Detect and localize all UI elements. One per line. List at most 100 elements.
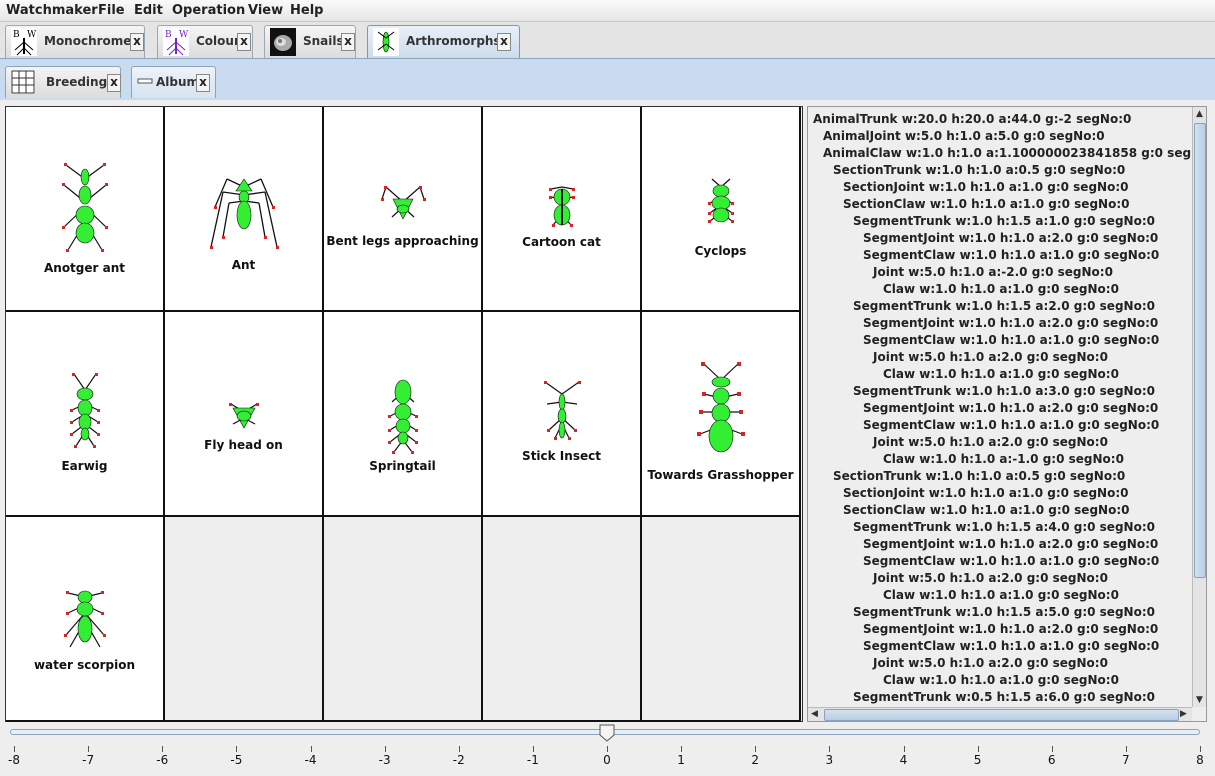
slider-tick [1051, 746, 1053, 752]
album-label: water scorpion [33, 658, 136, 672]
slider-tick-label: -4 [304, 753, 317, 767]
album-cell-empty [483, 517, 642, 722]
arthromorph-icon [373, 28, 399, 56]
genome-line: SegmentTrunk w:0.5 h:1.5 a:6.0 g:0 segNo… [853, 690, 1155, 704]
tab-breeding-label: Breeding [46, 75, 108, 89]
scroll-right-icon[interactable]: ▶ [1180, 709, 1187, 719]
genome-line: SegmentClaw w:1.0 h:1.0 a:1.0 g:0 segNo:… [863, 333, 1160, 347]
slider-tick [1125, 746, 1127, 752]
menu-watchmaker[interactable]: Watchmaker [6, 3, 98, 18]
slider-tick [14, 746, 15, 752]
menu-view[interactable]: View [248, 3, 283, 18]
genome-line: SegmentJoint w:1.0 h:1.0 a:2.0 g:0 segNo… [863, 401, 1159, 415]
arthromorph-icon [64, 590, 106, 648]
genome-line: Joint w:5.0 h:1.0 a:2.0 g:0 segNo:0 [873, 656, 1108, 670]
close-tab-arthromorphs-button[interactable]: x [497, 33, 511, 51]
genome-line: AnimalTrunk w:20.0 h:20.0 a:44.0 g:-2 se… [813, 112, 1132, 126]
tab-arthromorphs-label: Arthromorphs [406, 34, 501, 48]
vertical-scroll-thumb[interactable] [1194, 123, 1206, 578]
slider-tick [458, 746, 460, 752]
slider-tick [755, 746, 757, 752]
genome-line: SegmentJoint w:1.0 h:1.0 a:2.0 g:0 segNo… [863, 316, 1159, 330]
slider-tick-label: -3 [378, 753, 391, 767]
tab-arthromorphs[interactable]: Arthromorphs x [367, 25, 520, 58]
album-cell-ant[interactable]: Ant [165, 107, 324, 312]
svg-text:W: W [27, 30, 37, 40]
close-tab-breeding-button[interactable]: x [107, 74, 121, 92]
album-cell-anotger-ant[interactable]: Anotger ant [6, 107, 165, 312]
slider-tick [162, 746, 164, 752]
album-cell-empty [324, 517, 483, 722]
album-label: Cyclops [694, 244, 747, 258]
genome-line: SegmentJoint w:1.0 h:1.0 a:2.0 g:0 segNo… [863, 537, 1159, 551]
slider-tick-label: 8 [1196, 753, 1204, 767]
slider-tick [681, 746, 683, 752]
genome-line: Joint w:5.0 h:1.0 a:2.0 g:0 segNo:0 [873, 350, 1108, 364]
breeding-grid-icon [11, 70, 35, 94]
menu-help[interactable]: Help [290, 3, 323, 18]
menu-operation[interactable]: Operation [172, 3, 245, 18]
genome-line: Joint w:5.0 h:1.0 a:2.0 g:0 segNo:0 [873, 571, 1108, 585]
menu-bar: Watchmaker File Edit Operation View Help [0, 0, 1215, 22]
slider-tick-label: -5 [230, 753, 243, 767]
genome-line: SegmentTrunk w:1.0 h:1.5 a:5.0 g:0 segNo… [853, 605, 1155, 619]
colour-biomorph-icon: BW [163, 28, 189, 56]
genome-line: Claw w:1.0 h:1.0 a:1.0 g:0 segNo:0 [883, 588, 1119, 602]
arthromorph-icon [544, 381, 581, 440]
tab-colour[interactable]: BW Colour x [157, 25, 253, 58]
menu-edit[interactable]: Edit [134, 3, 163, 18]
tab-breeding[interactable]: Breeding x [5, 66, 121, 98]
bw-biomorph-icon: BW [11, 28, 37, 56]
close-tab-monochrome-button[interactable]: x [130, 33, 144, 51]
tab-album-label: Album [156, 75, 200, 89]
album-cell-cartoon-cat[interactable]: Cartoon cat [483, 107, 642, 312]
album-cell-fly-head-on[interactable]: Fly head on [165, 312, 324, 517]
scroll-down-icon[interactable]: ▼ [1196, 695, 1203, 705]
arthromorph-icon [70, 373, 100, 448]
zoom-slider-thumb[interactable] [599, 724, 615, 742]
genome-text-panel[interactable]: AnimalTrunk w:20.0 h:20.0 a:44.0 g:-2 se… [807, 106, 1207, 722]
close-tab-colour-button[interactable]: x [237, 33, 251, 51]
svg-text:B: B [165, 30, 172, 40]
menu-file[interactable]: File [98, 3, 125, 18]
close-tab-snails-button[interactable]: x [341, 33, 355, 51]
album-label: Earwig [61, 459, 108, 473]
arthromorph-icon [549, 186, 575, 227]
vertical-scrollbar[interactable]: ▲ ▼ [1192, 107, 1206, 707]
genome-line: SectionClaw w:1.0 h:1.0 a:1.0 g:0 segNo:… [843, 503, 1130, 517]
tab-album[interactable]: Album x [131, 66, 216, 98]
horizontal-scrollbar[interactable]: ◀ ▶ [808, 707, 1192, 721]
slider-tick [1200, 746, 1201, 752]
album-cell-stick-insect[interactable]: Stick Insect [483, 312, 642, 517]
album-cell-bent-legs-approaching[interactable]: Bent legs approaching [324, 107, 483, 312]
close-tab-album-button[interactable]: x [196, 74, 210, 92]
slider-tick [310, 746, 312, 752]
genome-line: SegmentTrunk w:1.0 h:1.0 a:3.0 g:0 segNo… [853, 384, 1155, 398]
scroll-left-icon[interactable]: ◀ [811, 709, 818, 719]
tab-monochrome[interactable]: BW Monochrome x [5, 25, 145, 58]
svg-text:B: B [13, 30, 20, 40]
slider-tick-label: -7 [82, 753, 95, 767]
genome-line: SegmentClaw w:1.0 h:1.0 a:1.0 g:0 segNo:… [863, 639, 1160, 653]
genome-line: Joint w:5.0 h:1.0 a:2.0 g:0 segNo:0 [873, 435, 1108, 449]
album-label: Cartoon cat [522, 235, 601, 249]
tab-snails[interactable]: Snails x [264, 25, 356, 58]
genome-line: SegmentJoint w:1.0 h:1.0 a:2.0 g:0 segNo… [863, 622, 1159, 636]
slider-tick-label: -6 [156, 753, 169, 767]
album-cell-springtail[interactable]: Springtail [324, 312, 483, 517]
slider-tick-label: -1 [526, 753, 539, 767]
view-tab-bar: Breeding x Album x [0, 60, 1215, 100]
species-tab-bar: BW Monochrome x BW Colour x Snails x Art… [0, 22, 1215, 58]
album-cell-cyclops[interactable]: Cyclops [642, 107, 801, 312]
scroll-up-icon[interactable]: ▲ [1196, 109, 1203, 119]
genome-line: SectionJoint w:1.0 h:1.0 a:1.0 g:0 segNo… [843, 180, 1129, 194]
horizontal-scroll-thumb[interactable] [824, 709, 1179, 721]
album-cell-earwig[interactable]: Earwig [6, 312, 165, 517]
slider-tick-label: 4 [899, 753, 908, 767]
album-cell-water-scorpion[interactable]: water scorpion [6, 517, 165, 722]
slider-tick-label: 0 [603, 753, 611, 767]
genome-line: SegmentClaw w:1.0 h:1.0 a:1.0 g:0 segNo:… [863, 418, 1160, 432]
slider-tick-label: 1 [677, 753, 685, 767]
album-label: Springtail [369, 459, 436, 473]
album-cell-towards-grasshopper[interactable]: Towards Grasshopper [642, 312, 801, 517]
